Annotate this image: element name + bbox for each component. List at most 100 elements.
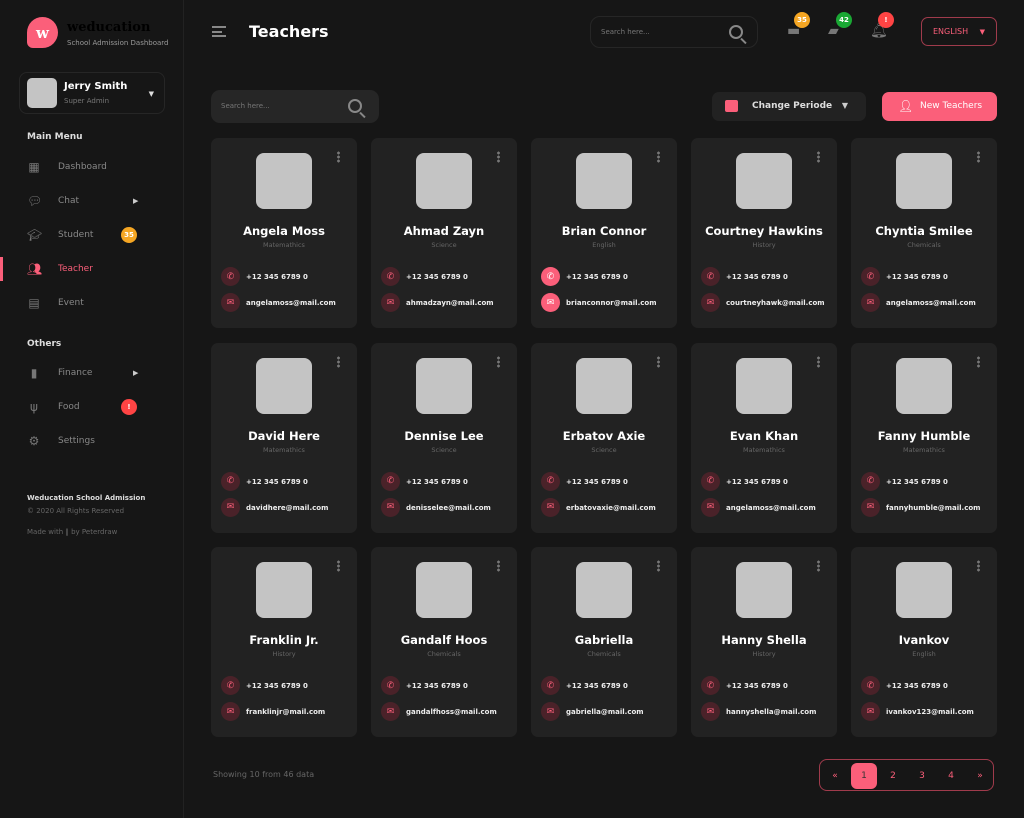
messages-badge: 42 (836, 12, 852, 28)
change-period-dropdown[interactable]: Change Periode ▼ (712, 92, 866, 121)
more-options-icon[interactable] (497, 355, 500, 368)
more-options-icon[interactable] (817, 560, 820, 572)
mail-icon[interactable]: ✉ (701, 497, 720, 517)
phone-icon[interactable]: ✆ (221, 267, 240, 286)
mail-icon[interactable]: ✉ (381, 497, 400, 517)
teacher-card[interactable]: Ivankov English ✆ +12 345 6789 0 ✉ ivank… (851, 547, 997, 737)
mail-icon[interactable]: ✉ (541, 702, 560, 721)
more-options-icon[interactable] (657, 151, 660, 163)
teacher-card[interactable]: Evan Khan Matemathics ✆ +12 345 6789 0 ✉… (691, 342, 837, 533)
phone-icon[interactable]: ✆ (701, 471, 720, 491)
teacher-card[interactable]: Erbatov Axie Science ✆ +12 345 6789 0 ✉ … (531, 342, 677, 533)
caret-right-icon: ▶ (133, 197, 139, 205)
search-icon[interactable] (348, 99, 362, 113)
more-options-icon[interactable] (657, 560, 660, 572)
teacher-name: Franklin Jr. (249, 633, 319, 647)
phone-icon[interactable]: ✆ (701, 676, 720, 695)
more-options-icon[interactable] (657, 355, 660, 368)
more-options-icon[interactable] (497, 560, 500, 572)
page-button[interactable]: « (822, 763, 848, 789)
teacher-card[interactable]: Angela Moss Matemathics ✆ +12 345 6789 0… (211, 138, 357, 328)
caret-down-icon: ▼ (979, 27, 985, 36)
more-options-icon[interactable] (337, 151, 340, 163)
teacher-phone: +12 345 6789 0 (406, 682, 468, 690)
teacher-phone: +12 345 6789 0 (726, 477, 788, 486)
phone-icon[interactable]: ✆ (221, 676, 240, 695)
mail-icon[interactable]: ✉ (701, 702, 720, 721)
teacher-card[interactable]: Chyntia Smilee Chemicals ✆ +12 345 6789 … (851, 138, 997, 328)
new-teachers-button[interactable]: 👤︎ New Teachers (882, 92, 997, 121)
sidebar-item-settings[interactable]: ⚙ Settings (0, 429, 183, 453)
mail-icon[interactable]: ✉ (381, 702, 400, 721)
sidebar-item-student[interactable]: 🎓︎ Student 35 (0, 223, 183, 247)
calendar-icon: ▤ (28, 296, 40, 310)
page-button[interactable]: 2 (880, 763, 906, 789)
teacher-search-input[interactable]: Search here... (211, 90, 379, 123)
mail-icon[interactable]: ✉ (221, 702, 240, 721)
phone-icon[interactable]: ✆ (861, 267, 880, 286)
mail-icon[interactable]: ✉ (541, 497, 560, 517)
teacher-card[interactable]: Courtney Hawkins History ✆ +12 345 6789 … (691, 138, 837, 328)
teacher-card[interactable]: Gandalf Hoos Chemicals ✆ +12 345 6789 0 … (371, 547, 517, 737)
teacher-card[interactable]: David Here Matemathics ✆ +12 345 6789 0 … (211, 342, 357, 533)
phone-icon[interactable]: ✆ (541, 267, 560, 286)
phone-icon[interactable]: ✆ (861, 676, 880, 695)
mail-icon[interactable]: ✉ (221, 497, 240, 517)
teacher-card[interactable]: Brian Connor English ✆ +12 345 6789 0 ✉ … (531, 138, 677, 328)
period-label: Change Periode (752, 101, 833, 111)
page-button[interactable]: » (967, 763, 993, 789)
more-options-icon[interactable] (977, 355, 980, 368)
page-title: Teachers (249, 22, 329, 41)
mail-icon[interactable]: ✉ (861, 702, 880, 721)
avatar (736, 357, 792, 414)
teacher-card[interactable]: Hanny Shella History ✆ +12 345 6789 0 ✉ … (691, 547, 837, 737)
sidebar-item-finance[interactable]: ▮ Finance ▶ (0, 361, 183, 385)
language-label: ENGLISH (933, 27, 969, 36)
phone-icon[interactable]: ✆ (541, 676, 560, 695)
sidebar-item-dashboard[interactable]: ▦ Dashboard (0, 155, 183, 179)
more-options-icon[interactable] (817, 151, 820, 163)
mail-icon[interactable]: ✉ (381, 293, 400, 312)
language-select[interactable]: ENGLISH ▼ (921, 17, 997, 46)
phone-icon[interactable]: ✆ (701, 267, 720, 286)
teacher-subject: Matemathics (263, 241, 305, 249)
sidebar-item-event[interactable]: ▤ Event (0, 291, 183, 315)
teacher-phone: +12 345 6789 0 (726, 273, 788, 281)
teacher-card[interactable]: Gabriella Chemicals ✆ +12 345 6789 0 ✉ g… (531, 547, 677, 737)
page-button[interactable]: 4 (938, 763, 964, 789)
sidebar-item-label: Chat (58, 196, 80, 206)
more-options-icon[interactable] (977, 560, 980, 572)
mail-icon[interactable]: ✉ (861, 293, 880, 312)
user-profile-dropdown[interactable]: Jerry Smith Super Admin ▼ (19, 72, 165, 114)
phone-icon[interactable]: ✆ (221, 471, 240, 491)
phone-icon[interactable]: ✆ (381, 267, 400, 286)
more-options-icon[interactable] (817, 355, 820, 368)
phone-icon[interactable]: ✆ (541, 471, 560, 491)
search-icon[interactable] (729, 25, 743, 39)
teacher-email: brianconnor@mail.com (566, 299, 657, 307)
more-options-icon[interactable] (497, 151, 500, 163)
sidebar-item-chat[interactable]: 💬︎ Chat ▶ (0, 189, 183, 213)
mail-icon[interactable]: ✉ (221, 293, 240, 312)
phone-icon[interactable]: ✆ (381, 676, 400, 695)
teacher-name: Gabriella (574, 633, 634, 647)
more-options-icon[interactable] (337, 560, 340, 572)
sidebar-item-food[interactable]: ψ Food ! (0, 395, 183, 419)
mail-icon[interactable]: ✉ (541, 293, 560, 312)
mail-icon[interactable]: ✉ (861, 497, 880, 517)
teacher-card[interactable]: Franklin Jr. History ✆ +12 345 6789 0 ✉ … (211, 547, 357, 737)
page-button[interactable]: 3 (909, 763, 935, 789)
more-options-icon[interactable] (337, 355, 340, 368)
teacher-card[interactable]: Fanny Humble Matemathics ✆ +12 345 6789 … (851, 342, 997, 533)
page-button[interactable]: 1 (851, 763, 877, 789)
hamburger-menu-icon[interactable] (212, 26, 226, 37)
mail-icon[interactable]: ✉ (701, 293, 720, 312)
phone-icon[interactable]: ✆ (861, 471, 880, 491)
teacher-card[interactable]: Ahmad Zayn Science ✆ +12 345 6789 0 ✉ ah… (371, 138, 517, 328)
sidebar-item-teacher[interactable]: 👥︎ Teacher (0, 257, 183, 281)
teacher-subject: Science (431, 445, 457, 454)
more-options-icon[interactable] (977, 151, 980, 163)
phone-icon[interactable]: ✆ (381, 471, 400, 491)
teacher-card[interactable]: Dennise Lee Science ✆ +12 345 6789 0 ✉ d… (371, 342, 517, 533)
header-search-input[interactable]: Search here... (590, 16, 758, 48)
